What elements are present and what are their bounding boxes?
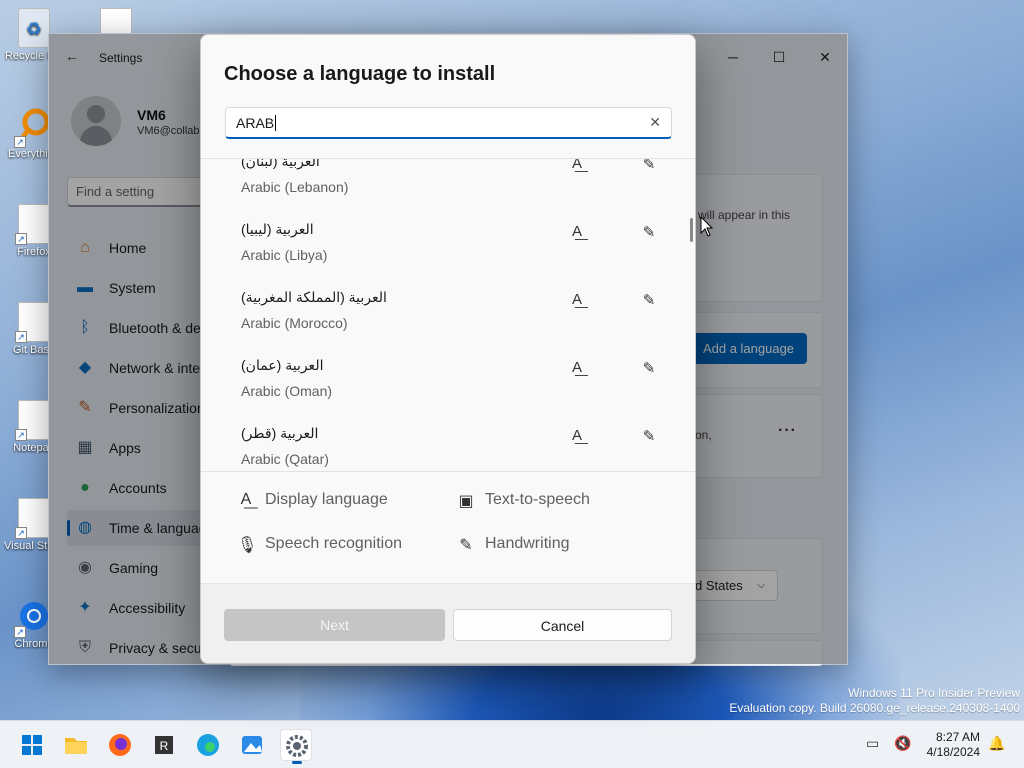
file-shortcut-icon: ↗ bbox=[15, 400, 50, 441]
taskbar-clock[interactable]: 8:27 AM 4/18/2024 bbox=[927, 730, 980, 760]
file-shortcut-icon: ↗ bbox=[15, 498, 50, 539]
handwriting-icon: ✎ bbox=[642, 224, 656, 241]
mouse-pointer-icon bbox=[700, 215, 714, 243]
handwriting-icon: ✎ bbox=[642, 292, 656, 309]
display-language-icon: A͟ bbox=[571, 427, 582, 444]
firefox-icon bbox=[109, 734, 131, 756]
file-shortcut-icon: ↗ bbox=[15, 204, 50, 245]
language-list[interactable]: العربية (لبنان) Arabic (Lebanon) A͟ ✎ ال… bbox=[201, 158, 695, 472]
everything-icon: ↗ bbox=[14, 106, 50, 148]
r-app-button[interactable]: R bbox=[148, 729, 180, 761]
handwriting-icon: ✎ bbox=[642, 428, 656, 445]
firefox-button[interactable] bbox=[104, 729, 136, 761]
handwriting-icon: ✎ bbox=[642, 158, 656, 173]
chevron-down-icon: ⌵ bbox=[757, 580, 765, 591]
taskbar: R ▭ 🔇 8:27 AM 4/18/2024 🔔 bbox=[0, 720, 1024, 768]
volume-muted-icon[interactable]: 🔇 bbox=[894, 735, 911, 752]
folder-icon bbox=[65, 738, 87, 754]
handwriting-icon: ✎ bbox=[642, 360, 656, 377]
edge-icon bbox=[197, 734, 219, 756]
notification-bell-icon[interactable]: 🔔 bbox=[988, 735, 1005, 752]
display-language-icon: A͟ bbox=[240, 491, 252, 508]
watermark-line1: Windows 11 Pro Insider Preview bbox=[848, 686, 1020, 700]
display-language-icon: A͟ bbox=[571, 223, 582, 240]
edge-button[interactable] bbox=[192, 729, 224, 761]
display-language-icon: A͟ bbox=[571, 158, 582, 172]
list-item[interactable]: العربية (لبنان) Arabic (Lebanon) A͟ ✎ bbox=[201, 158, 691, 217]
chrome-icon: ↗ bbox=[14, 596, 50, 638]
text-to-speech-icon: ▣ bbox=[458, 493, 474, 510]
list-item[interactable]: العربية (المملكة المغربية) Arabic (Moroc… bbox=[201, 285, 691, 353]
windows-logo-icon bbox=[22, 735, 42, 755]
display-language-icon: A͟ bbox=[571, 359, 582, 376]
choose-language-dialog: Choose a language to install ARAB ✕ العر… bbox=[200, 34, 696, 664]
more-options-icon[interactable]: ··· bbox=[778, 422, 797, 440]
photos-icon bbox=[242, 736, 262, 754]
language-search-input[interactable]: ARAB ✕ bbox=[225, 107, 672, 139]
next-button[interactable]: Next bbox=[224, 609, 445, 641]
microphone-icon: 🎙 bbox=[237, 537, 258, 554]
r-app-icon: R bbox=[155, 736, 173, 754]
recycle-bin-icon: ♻ bbox=[18, 8, 50, 48]
file-explorer-button[interactable] bbox=[60, 729, 92, 761]
clock-time: 8:27 AM bbox=[935, 730, 980, 744]
dialog-footer: Next Cancel bbox=[201, 583, 695, 663]
clock-date: 4/18/2024 bbox=[926, 745, 980, 759]
list-item[interactable]: العربية (قطر) Arabic (Qatar) A͟ ✎ bbox=[201, 421, 691, 471]
display-language-icon: A͟ bbox=[571, 291, 582, 308]
list-scrollbar[interactable] bbox=[690, 218, 693, 242]
list-item[interactable]: العربية (ليبيا) Arabic (Libya) A͟ ✎ bbox=[201, 217, 691, 285]
file-shortcut-icon: ↗ bbox=[15, 302, 50, 343]
photos-button[interactable] bbox=[236, 729, 268, 761]
list-item[interactable]: العربية (عمان) Arabic (Oman) A͟ ✎ bbox=[201, 353, 691, 421]
handwriting-icon: ✎ bbox=[459, 537, 473, 554]
start-button[interactable] bbox=[16, 729, 48, 761]
watermark-line2: Evaluation copy. Build 26080.ge_release.… bbox=[729, 701, 1020, 715]
network-icon[interactable]: ▭ bbox=[866, 735, 879, 752]
clear-search-icon[interactable]: ✕ bbox=[649, 114, 661, 131]
gear-icon bbox=[286, 735, 308, 757]
cancel-button[interactable]: Cancel bbox=[453, 609, 672, 641]
svg-text:R: R bbox=[160, 739, 169, 753]
text-caret bbox=[275, 115, 277, 131]
dialog-title: Choose a language to install bbox=[224, 63, 496, 85]
settings-taskbar-button[interactable] bbox=[280, 729, 312, 764]
add-language-button[interactable]: Add a language bbox=[690, 333, 807, 364]
